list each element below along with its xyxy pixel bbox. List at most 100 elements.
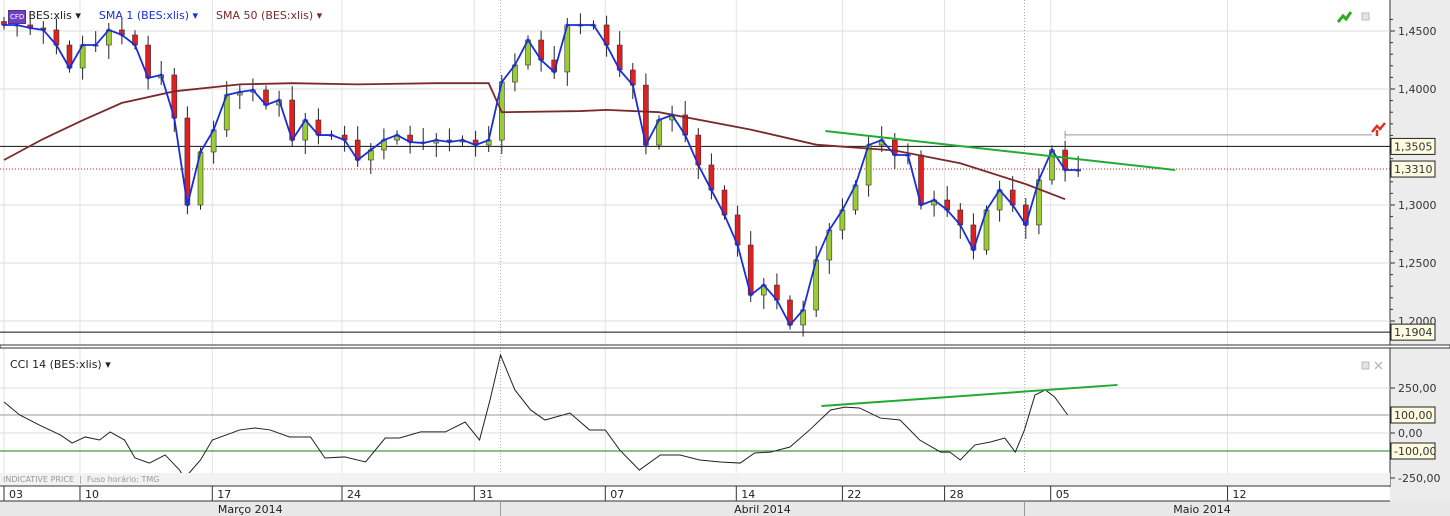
sma1-point: [369, 148, 373, 152]
chart-canvas[interactable]: 1,45001,40001,30001,25001,2000250,000,00…: [0, 0, 1450, 516]
sma1-point: [867, 143, 871, 147]
sma1-point: [120, 33, 124, 37]
dropdown-arrow-icon: ▾: [316, 9, 323, 22]
sma1-point: [146, 76, 150, 80]
sma1-point: [788, 323, 792, 327]
sma1-point: [696, 163, 700, 167]
timezone: Fuso horário: TMG: [86, 475, 160, 484]
sma1-point: [1076, 168, 1080, 172]
date-label: 28: [950, 488, 964, 501]
sma1-point: [343, 138, 347, 142]
value-label: -100,00: [1394, 445, 1436, 458]
sma1-point: [356, 158, 360, 162]
sma1-point: [81, 43, 85, 47]
date-label: 22: [847, 488, 861, 501]
sma1-point: [762, 283, 766, 287]
sma1-point: [605, 43, 609, 47]
price-type: INDICATIVE PRICE: [3, 475, 74, 484]
alert-icon: [1371, 122, 1386, 136]
sma1-point: [199, 150, 202, 154]
sma1-point: [814, 258, 818, 262]
date-label: 10: [85, 488, 99, 501]
month-label: Maio 2014: [1173, 503, 1231, 516]
sma1-point: [539, 58, 543, 62]
instrument-label: BES:xlis: [28, 9, 72, 22]
sma1-point: [971, 248, 975, 252]
price-level-badge: 1,1904: [1390, 323, 1436, 341]
sma1-point: [709, 188, 713, 192]
sma1-point: [382, 138, 386, 142]
sma1-point: [919, 203, 923, 207]
dropdown-arrow-icon: ▾: [192, 9, 199, 22]
sma1-point: [880, 138, 884, 142]
cfd-badge-icon: CFD: [8, 10, 27, 24]
sma1-point: [172, 116, 176, 120]
pane-separator: [0, 344, 1450, 349]
cci-line: [3, 353, 1069, 479]
sma1-point: [238, 90, 242, 94]
sma1-point: [474, 143, 478, 147]
maximize-icon: [1361, 12, 1370, 21]
value-label: 100,00: [1394, 409, 1433, 422]
sma1-point: [264, 103, 268, 107]
sma1-point: [461, 138, 464, 142]
sma1-point: [893, 153, 897, 157]
sma1-point: [578, 23, 582, 27]
sma1-point: [2, 23, 6, 27]
date-label: 03: [9, 488, 23, 501]
sma1-point: [408, 140, 412, 144]
sma50-label: SMA 50 (BES:xlis): [216, 9, 314, 22]
date-label: 17: [217, 488, 231, 501]
y-tick-label: 1,4000: [1398, 83, 1437, 96]
sma1-point: [434, 138, 438, 142]
month-label: Abril 2014: [734, 503, 791, 516]
info-strip: INDICATIVE PRICE | Fuso horário: TMG: [3, 475, 160, 484]
chart-legend: CFD BES:xlis ▾ SMA 1 (BES:xlis) ▾ SMA 50 …: [8, 9, 322, 24]
sma1-point: [906, 153, 910, 157]
price-level-badge: 1,3505: [1390, 137, 1436, 155]
cci-level-badge: 100,00: [1390, 406, 1436, 424]
cci-maximize-icon: [1361, 361, 1370, 370]
date-label: 14: [741, 488, 755, 501]
sma1-point: [801, 308, 805, 312]
sma1-point: [618, 68, 622, 72]
sma1-point: [303, 118, 307, 122]
sma1-point: [290, 138, 294, 142]
sma1-point: [1011, 203, 1015, 207]
sma1-point: [552, 70, 556, 74]
sma1-point: [683, 133, 687, 137]
value-label: 1,1904: [1394, 326, 1433, 339]
sma1-point: [526, 38, 530, 42]
y-tick-label: 1,3000: [1398, 199, 1437, 212]
sma1-point: [212, 128, 216, 132]
sma1-point: [159, 73, 163, 77]
dropdown-arrow-icon: ▾: [75, 9, 81, 22]
sma1-point: [447, 140, 451, 144]
info-strip-bg: [0, 473, 1390, 486]
sma1-point: [749, 293, 753, 297]
cci-tick-label: -250,00: [1398, 472, 1440, 485]
instrument-selector[interactable]: CFD BES:xlis ▾: [8, 9, 81, 24]
sma50-line: [3, 82, 1066, 201]
cci-selector[interactable]: CCI 14 (BES:xlis) ▾: [10, 358, 111, 371]
sma1-point: [736, 243, 740, 247]
sma1-point: [421, 141, 425, 145]
trend-tool-icon: [1336, 11, 1353, 23]
sma1-point: [316, 133, 320, 137]
sma50-selector[interactable]: SMA 50 (BES:xlis) ▾: [216, 9, 322, 22]
sma1-point: [513, 63, 517, 67]
sma1-point: [251, 88, 255, 92]
sma1-point: [1050, 148, 1054, 152]
sma1-point: [1024, 223, 1028, 227]
sma1-label: SMA 1 (BES:xlis): [98, 9, 190, 22]
sma1-point: [631, 83, 635, 87]
date-label: 12: [1233, 488, 1247, 501]
sma1-selector[interactable]: SMA 1 (BES:xlis) ▾: [99, 9, 198, 22]
sma1-point: [932, 198, 936, 202]
date-label: 05: [1056, 488, 1070, 501]
sma1-point: [225, 93, 229, 97]
cci-label: CCI 14 (BES:xlis): [10, 358, 102, 371]
date-label: 07: [610, 488, 624, 501]
sma1-point: [133, 43, 137, 47]
y-tick-label: 1,2500: [1398, 257, 1437, 270]
